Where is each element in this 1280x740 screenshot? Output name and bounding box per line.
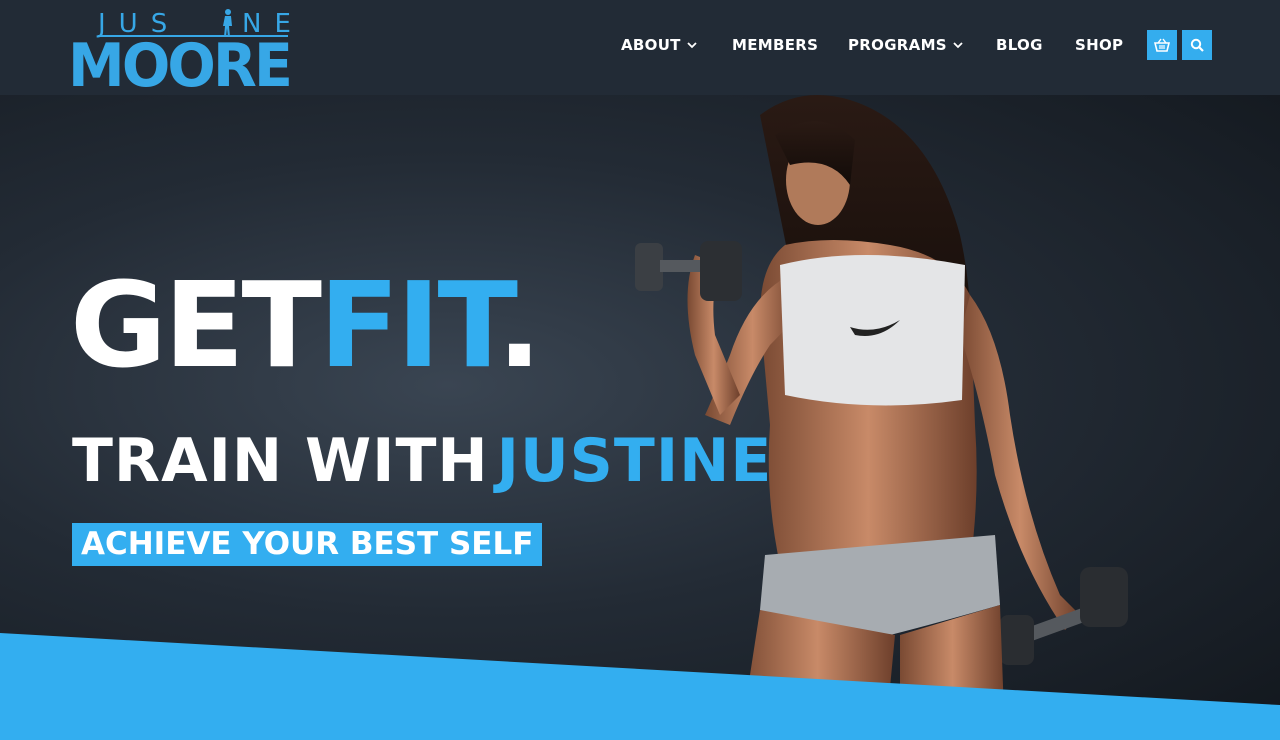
subheadline-white-text: TRAIN WITH [72, 426, 489, 496]
nav-blog[interactable]: BLOG [996, 34, 1043, 56]
nav-about[interactable]: ABOUT [621, 34, 697, 56]
chevron-down-icon [687, 42, 697, 49]
hero-section: GETFIT. TRAIN WITH JUSTINE ACHIEVE YOUR B… [0, 95, 1280, 740]
nav-members-label: MEMBERS [732, 36, 819, 54]
nav-shop-label: SHOP [1075, 36, 1124, 54]
chevron-down-icon [953, 42, 963, 49]
hero-athlete-image [635, 95, 1128, 740]
nav-programs-label: PROGRAMS [848, 36, 947, 54]
hero-tagline-badge: ACHIEVE YOUR BEST SELF [72, 523, 543, 566]
hero-subheadline: TRAIN WITH JUSTINE [72, 425, 772, 497]
hero-headline: GETFIT. [70, 265, 542, 385]
logo-graphic: JUS NE MOORE [68, 9, 293, 101]
headline-blue-text: FIT [318, 256, 500, 394]
nav-about-label: ABOUT [621, 36, 681, 54]
basket-icon [1154, 38, 1170, 52]
cart-button[interactable] [1147, 30, 1177, 60]
nav-programs[interactable]: PROGRAMS [848, 34, 963, 56]
nav-blog-label: BLOG [996, 36, 1043, 54]
subheadline-blue-text: JUSTINE [496, 426, 773, 496]
site-header: JUS NE MOORE ABOUT MEMBERS PROGRAMS BLOG… [0, 0, 1280, 101]
search-button[interactable] [1182, 30, 1212, 60]
nav-members[interactable]: MEMBERS [732, 34, 818, 56]
headline-dot: . [497, 256, 542, 394]
headline-white-text: GET [70, 256, 322, 394]
svg-text:MOORE: MOORE [68, 31, 290, 90]
site-logo[interactable]: JUS NE MOORE [68, 6, 293, 101]
nav-shop[interactable]: SHOP [1075, 34, 1123, 56]
search-icon [1190, 38, 1204, 52]
